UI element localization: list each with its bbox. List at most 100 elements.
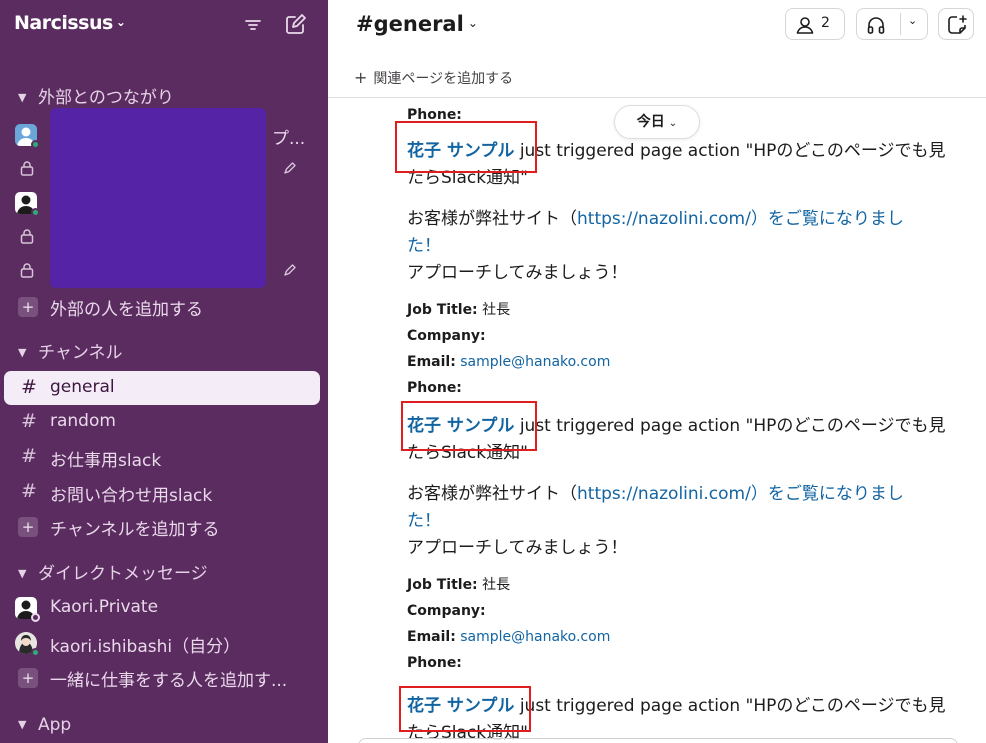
job-title-field: Job Title: 社長: [407, 577, 511, 593]
scrollbar-track[interactable]: [972, 98, 986, 743]
huddle-button[interactable]: ⌄: [856, 8, 928, 40]
channel-name: お問い合わせ用slack: [50, 486, 213, 506]
truncated-label: プ...: [272, 129, 306, 149]
section-direct-messages[interactable]: ▼ ダイレクトメッセージ: [18, 561, 208, 587]
chevron-down-icon: ⌄: [668, 118, 678, 129]
section-title: 外部とのつながり: [38, 88, 174, 108]
workspace-header: Narcissus ⌄: [0, 0, 328, 52]
action-text: just triggered page action "HPのどこのページでも見: [514, 416, 946, 436]
section-title: App: [38, 715, 72, 735]
hash-icon: #: [21, 480, 37, 502]
hash-icon: #: [21, 445, 37, 467]
pencil-icon[interactable]: [282, 262, 296, 278]
lock-icon: [20, 263, 34, 278]
section-apps[interactable]: ▼ App: [18, 712, 71, 738]
caret-down-icon: ▼: [18, 346, 27, 359]
divider: [900, 13, 901, 35]
redaction-block: [50, 108, 266, 288]
chevron-down-icon[interactable]: ⌄: [908, 14, 917, 27]
hash-icon: #: [21, 376, 37, 398]
presence-away-icon: [31, 613, 40, 622]
phone-field: Phone:: [407, 655, 462, 671]
section-channels[interactable]: ▼ チャンネル: [18, 340, 123, 366]
sidebar-dm-kaori-ishibashi[interactable]: kaori.ishibashi（自分）: [0, 626, 328, 660]
presence-online-icon: [31, 208, 40, 217]
compose-icon[interactable]: [282, 12, 308, 38]
channel-name: お仕事用slack: [50, 451, 162, 471]
message-line: お客様が弊社サイト（https://nazolini.com/）をご覧になりまし: [407, 209, 904, 229]
message-line: アプローチしてみましょう！: [407, 538, 628, 558]
dm-name: Kaori.Private: [50, 597, 159, 617]
add-bookmark-label: 関連ページを追加する: [373, 71, 514, 87]
canvas-button[interactable]: [938, 8, 974, 40]
highlight-box: [401, 401, 537, 451]
chevron-down-icon: ⌄: [115, 15, 126, 29]
add-channel-button[interactable]: + チャンネルを追加する: [0, 509, 328, 543]
caret-down-icon: ▼: [18, 91, 27, 104]
channel-name: random: [50, 411, 116, 431]
email-field: Email: sample@hanako.com: [407, 629, 611, 645]
highlight-box: [399, 686, 531, 732]
sidebar-channel-work[interactable]: # お仕事用slack: [0, 440, 328, 474]
caret-down-icon: ▼: [18, 567, 27, 580]
plus-icon: +: [18, 517, 38, 537]
pencil-icon[interactable]: [282, 160, 296, 176]
canvas-plus-icon: [948, 15, 967, 34]
action-text: just triggered page action "HPのどこのページでも見: [514, 141, 946, 161]
company-field: Company:: [407, 328, 486, 344]
company-field: Company:: [407, 603, 486, 619]
message-block-2: 花子 サンプル just triggered page action "HPのど…: [407, 413, 946, 676]
message-line: た！: [407, 236, 441, 256]
add-coworker-button[interactable]: + 一緒に仕事をする人を追加す...: [0, 660, 328, 694]
message-line: お客様が弊社サイト（https://nazolini.com/）をご覧になりまし: [407, 484, 904, 504]
plus-icon: +: [354, 68, 368, 87]
channel-title: general: [373, 12, 464, 36]
date-label: 今日: [636, 114, 665, 130]
hash-icon: #: [356, 12, 374, 36]
url-link[interactable]: https://nazolini.com/: [577, 209, 751, 229]
person-icon: [796, 17, 814, 34]
action-text: just triggered page action "HPのどこのページでも見: [514, 696, 946, 716]
date-divider-button[interactable]: 今日 ⌄: [614, 105, 700, 139]
add-channel-label: チャンネルを追加する: [50, 520, 220, 540]
message-line: た！: [407, 511, 441, 531]
channel-view: #general ⌄ 2 ⌄ + 関連ページを追加する Phone: 花子 サンプル…: [328, 0, 986, 743]
workspace-name-button[interactable]: Narcissus ⌄: [14, 12, 126, 34]
message-line: アプローチしてみましょう！: [407, 263, 628, 283]
url-link[interactable]: https://nazolini.com/: [577, 484, 751, 504]
section-title: チャンネル: [38, 343, 123, 363]
section-title: ダイレクトメッセージ: [38, 564, 208, 584]
message-composer[interactable]: [358, 738, 958, 743]
email-field: Email: sample@hanako.com: [407, 354, 611, 370]
workspace-name: Narcissus: [14, 12, 113, 34]
lock-icon: [20, 229, 34, 244]
add-external-label: 外部の人を追加する: [50, 300, 203, 320]
filter-icon[interactable]: [240, 12, 266, 38]
dm-name: kaori.ishibashi（自分）: [50, 637, 241, 657]
sidebar-channel-random[interactable]: # random: [0, 405, 328, 439]
job-title-field: Job Title: 社長: [407, 302, 511, 318]
presence-online-icon: [31, 648, 40, 657]
headphones-icon: [867, 17, 885, 34]
add-external-people-button[interactable]: + 外部の人を追加する: [0, 289, 328, 323]
sidebar-dm-kaori-private[interactable]: Kaori.Private: [0, 591, 328, 625]
member-count: 2: [821, 15, 830, 31]
channel-title-button[interactable]: #general ⌄: [356, 12, 478, 36]
add-coworker-label: 一緒に仕事をする人を追加す...: [50, 671, 288, 691]
caret-down-icon: ▼: [18, 718, 27, 731]
add-bookmark-button[interactable]: + 関連ページを追加する: [354, 68, 513, 88]
sidebar-channel-inquiry[interactable]: # お問い合わせ用slack: [0, 475, 328, 509]
presence-online-icon: [31, 140, 40, 149]
plus-icon: +: [18, 297, 38, 317]
members-button[interactable]: 2: [785, 8, 845, 40]
lock-icon: [20, 161, 34, 176]
chevron-down-icon: ⌄: [467, 16, 478, 30]
hash-icon: #: [21, 410, 37, 432]
channel-name: general: [50, 377, 115, 397]
email-link[interactable]: sample@hanako.com: [460, 629, 610, 645]
phone-field: Phone:: [407, 380, 462, 396]
email-link[interactable]: sample@hanako.com: [460, 354, 610, 370]
sidebar-channel-general[interactable]: # general: [4, 371, 320, 405]
highlight-box: [395, 121, 537, 173]
plus-icon: +: [18, 668, 38, 688]
